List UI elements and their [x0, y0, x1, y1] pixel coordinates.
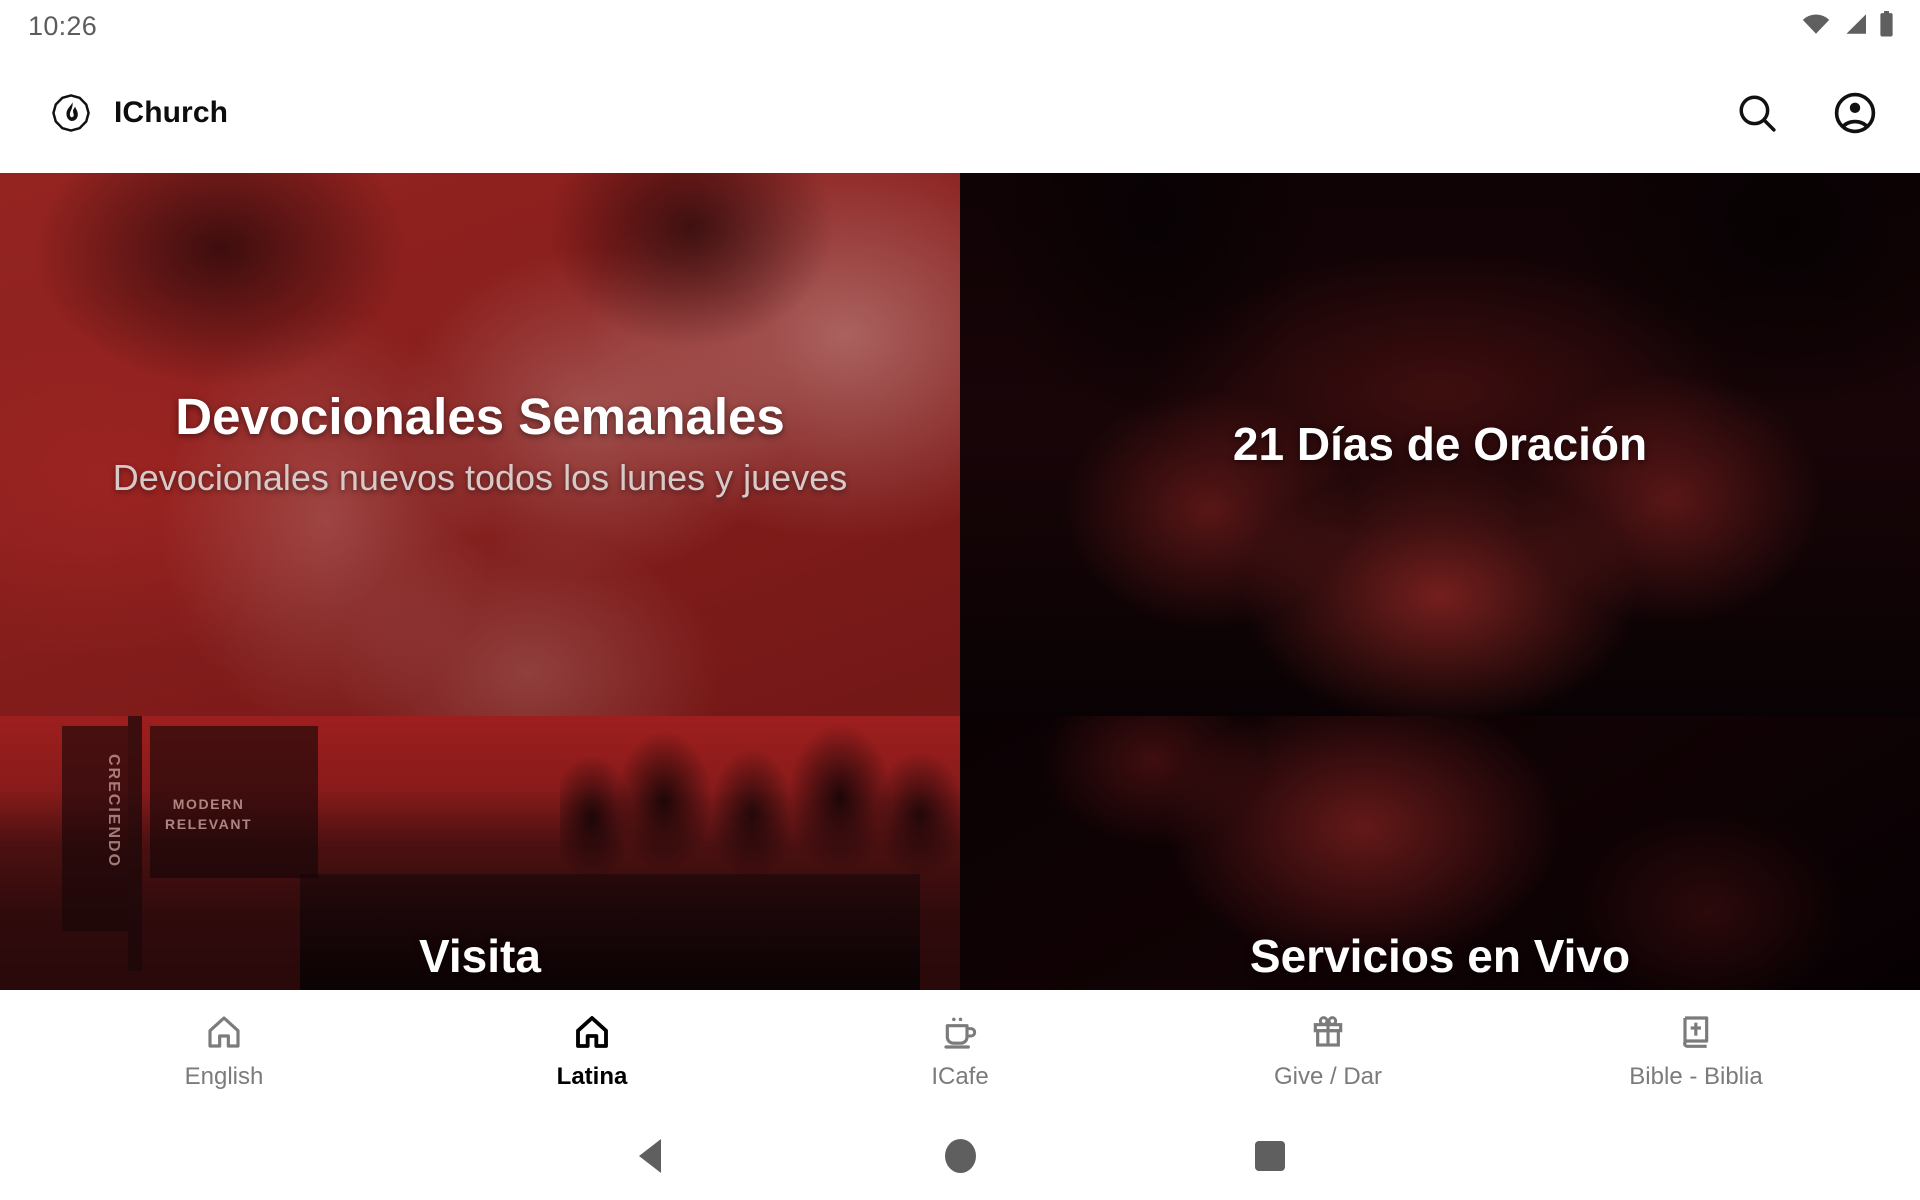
recents-button[interactable] — [1243, 1129, 1297, 1183]
photo-billboard-line1: MODERN — [172, 796, 245, 812]
android-system-navigation — [0, 1112, 1920, 1200]
card-labels: Visita — [0, 932, 960, 982]
card-labels: 21 Días de Oración — [960, 417, 1920, 470]
circle-home-icon — [944, 1139, 976, 1173]
card-subtitle: Devocionales nuevos todos los lunes y ju… — [112, 457, 848, 499]
nav-label: Latina — [556, 1063, 628, 1090]
flame-badge-logo-icon — [52, 93, 90, 132]
home-icon — [572, 1011, 612, 1053]
card-title: Visita — [419, 930, 541, 983]
status-bar-clock: 10:26 — [28, 10, 98, 41]
card-visita[interactable]: CRECIENDO MODERN RELEVANT Visita — [0, 716, 960, 990]
nav-item-english[interactable]: English — [40, 990, 408, 1112]
app-screen: 10:26 IChurch Devocionales Semanales Dev… — [0, 0, 1920, 1200]
card-row-bottom: CRECIENDO MODERN RELEVANT Visita Servici… — [0, 716, 1920, 990]
app-brand[interactable]: IChurch — [52, 93, 229, 132]
card-grid: Devocionales Semanales Devocionales nuev… — [0, 173, 1920, 990]
home-icon — [204, 1011, 244, 1053]
account-circle-icon[interactable] — [1832, 90, 1878, 136]
card-row-top: Devocionales Semanales Devocionales nuev… — [0, 173, 1920, 716]
battery-icon — [1879, 10, 1894, 42]
nav-item-latina[interactable]: Latina — [408, 990, 776, 1112]
photo-billboard-text-vertical: CRECIENDO — [105, 754, 122, 869]
card-labels: Devocionales Semanales Devocionales nuev… — [0, 389, 960, 499]
triangle-back-icon — [639, 1139, 661, 1173]
card-labels: Servicios en Vivo — [960, 932, 1920, 982]
nav-item-give-dar[interactable]: Give / Dar — [1144, 990, 1512, 1112]
card-devocionales-semanales[interactable]: Devocionales Semanales Devocionales nuev… — [0, 173, 960, 716]
search-icon[interactable] — [1734, 90, 1780, 136]
photo-billboard-line2: RELEVANT — [165, 816, 253, 833]
card-servicios-en-vivo[interactable]: Servicios en Vivo — [960, 716, 1920, 990]
coffee-cup-icon — [940, 1011, 980, 1053]
card-21-dias-de-oracion[interactable]: 21 Días de Oración — [960, 173, 1920, 716]
status-bar: 10:26 — [0, 0, 1920, 52]
photo-billboard-text-horizontal: MODERN RELEVANT — [165, 794, 252, 835]
app-title: IChurch — [114, 95, 229, 129]
photo-treeline — [560, 716, 960, 886]
wifi-icon — [1801, 13, 1831, 40]
cell-signal-icon — [1842, 13, 1868, 40]
card-title: Servicios en Vivo — [1249, 930, 1631, 983]
status-bar-icons — [1801, 10, 1894, 42]
nav-item-icafe[interactable]: ICafe — [776, 990, 1144, 1112]
nav-label: ICafe — [931, 1063, 989, 1090]
card-title: Devocionales Semanales — [175, 388, 785, 446]
nav-item-bible-biblia[interactable]: Bible - Biblia — [1512, 990, 1880, 1112]
nav-label: English — [184, 1063, 264, 1090]
app-bar: IChurch — [0, 52, 1920, 173]
bottom-navigation-bar: English Latina ICafe Give / Dar Bible - … — [0, 990, 1920, 1112]
nav-label: Bible - Biblia — [1629, 1063, 1763, 1090]
book-cross-icon — [1676, 1011, 1716, 1053]
home-button[interactable] — [933, 1129, 987, 1183]
nav-label: Give / Dar — [1273, 1063, 1383, 1090]
app-bar-actions — [1734, 90, 1878, 136]
gift-icon — [1308, 1011, 1348, 1053]
square-recents-icon — [1255, 1141, 1285, 1171]
back-button[interactable] — [623, 1129, 677, 1183]
card-title: 21 Días de Oración — [1232, 417, 1648, 470]
